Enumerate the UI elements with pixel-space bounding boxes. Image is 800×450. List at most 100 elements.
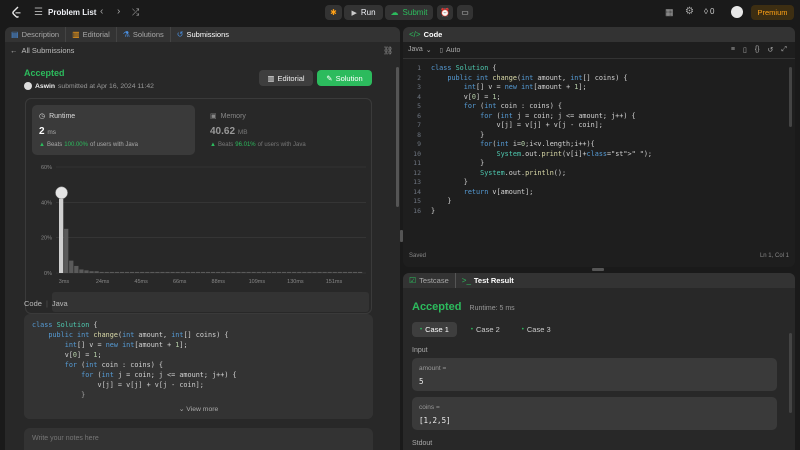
editor-line[interactable]: 13 } <box>403 178 795 188</box>
view-more-button[interactable]: ⌄ View more <box>24 405 373 413</box>
editor-line[interactable]: 4 v[0] = 1; <box>403 93 795 103</box>
histogram-bar <box>347 271 353 273</box>
run-button[interactable]: ▶ Run <box>344 5 383 20</box>
code-line: class Solution { <box>32 321 98 329</box>
histogram-bar <box>99 271 104 273</box>
editor-line-text: System.out.println(); <box>480 168 567 177</box>
bookmark-icon[interactable]: ▯ <box>743 46 747 54</box>
editor-line[interactable]: 9 for(int i=0;i<v.length;i++){ <box>403 140 795 150</box>
line-number: 4 <box>417 92 421 101</box>
editor-line[interactable]: 10 System.out.print(v[i]+class="st">" ")… <box>403 150 795 160</box>
y-tick-label: 40% <box>41 200 52 206</box>
editor-line[interactable]: 5 for (int coin : coins) { <box>403 102 795 112</box>
notes-button[interactable]: ▭ <box>457 5 473 20</box>
x-tick-label: 151ms <box>326 279 343 285</box>
editor-line[interactable]: 16} <box>403 207 795 217</box>
tab-solutions[interactable]: ⚗ Solutions <box>117 27 171 42</box>
editor-line[interactable]: 2 public int change(int amount, int[] co… <box>403 74 795 84</box>
tab-test-result[interactable]: >_ Test Result <box>456 273 520 288</box>
case-tabs: • Case 1 • Case 2 • Case 3 <box>412 322 559 337</box>
histogram-bar <box>145 271 150 273</box>
auto-mode-toggle[interactable]: ▯ Auto <box>440 47 461 54</box>
histogram-bar <box>332 271 337 273</box>
next-problem-icon[interactable]: › <box>117 6 120 17</box>
shuffle-icon[interactable]: ⤮ <box>132 7 139 18</box>
format-icon[interactable]: ≡ <box>731 46 735 54</box>
editorial-button[interactable]: ▥ Editorial <box>259 70 313 86</box>
histogram-bar <box>302 271 307 273</box>
timer-button[interactable]: ⏰ <box>437 5 453 20</box>
code-editor-panel: </> Code Java ⌄ ▯ Auto ≡ ▯ {} ↺ ⤢ 1 class So… <box>403 27 795 267</box>
expand-icon[interactable]: ⤢ <box>781 46 787 54</box>
fire-icon: ◊ <box>704 7 708 16</box>
histogram-bar <box>170 271 175 273</box>
notes-input[interactable]: Write your notes here <box>24 428 373 450</box>
histogram-bar <box>140 271 145 273</box>
memory-value: 40.62 <box>210 126 236 137</box>
tab-code[interactable]: </> Code <box>403 27 448 42</box>
editor-code-area[interactable]: 1 class Solution {2 public int change(int… <box>403 61 795 251</box>
lock-icon: ▯ <box>439 47 443 54</box>
share-link-icon[interactable]: ⛓ <box>383 46 393 55</box>
input-label: Input <box>412 347 428 354</box>
tab-editorial[interactable]: ▥ Editorial <box>66 27 117 42</box>
submitted-code-block[interactable]: class Solution { public int change(int a… <box>24 314 373 419</box>
runtime-box[interactable]: ◷ Runtime 2 ms ▲ Beats 100.00% of users w… <box>32 105 195 155</box>
code-language-label: Code | Java <box>24 299 68 308</box>
editor-line[interactable]: 3 int[] v = new int[amount + 1]; <box>403 83 795 93</box>
tab-description[interactable]: ▤ Description <box>5 27 67 42</box>
streak-counter[interactable]: ◊ 0 <box>704 7 714 16</box>
code-line: v[0] = 1; <box>32 351 102 359</box>
case-tab-3[interactable]: • Case 3 <box>514 322 559 337</box>
language-select[interactable]: Java ⌄ <box>408 46 432 54</box>
memory-box[interactable]: ▣ Memory 40.62 MB ▲ Beats 96.01% of users… <box>203 105 366 155</box>
editor-line[interactable]: 11 } <box>403 159 795 169</box>
avatar[interactable] <box>731 6 743 18</box>
y-tick-label: 60% <box>41 165 52 171</box>
prev-problem-icon[interactable]: ‹ <box>100 6 103 17</box>
horizontal-splitter[interactable] <box>592 268 604 271</box>
histogram-bar <box>342 271 347 273</box>
editor-line[interactable]: 1 class Solution { <box>403 64 795 74</box>
case-tab-2[interactable]: • Case 2 <box>463 322 508 337</box>
left-scrollbar[interactable] <box>396 67 399 207</box>
editor-line-text: for (int coin : coins) { <box>463 102 562 110</box>
leetcode-logo-icon[interactable] <box>11 6 22 19</box>
back-to-submissions[interactable]: ← All Submissions <box>10 46 74 55</box>
editor-scrollbar[interactable] <box>789 67 792 127</box>
histogram-bar <box>221 271 226 273</box>
input-coins-box[interactable]: coins = [1,2,5] <box>412 397 777 430</box>
username[interactable]: Aswin <box>35 83 55 90</box>
editor-line[interactable]: 12 System.out.println(); <box>403 169 795 179</box>
braces-icon[interactable]: {} <box>755 46 760 54</box>
chart-scrubber[interactable] <box>52 292 369 312</box>
editor-line[interactable]: 15 } <box>403 197 795 207</box>
problem-list-link[interactable]: Problem List <box>48 8 96 17</box>
line-number: 16 <box>413 206 421 215</box>
reset-icon[interactable]: ↺ <box>768 46 774 54</box>
result-scrollbar[interactable] <box>789 333 792 413</box>
code-line: public int change(int amount, int[] coin… <box>48 331 229 339</box>
problem-list-icon[interactable]: ☰ <box>34 7 43 18</box>
editor-line[interactable]: 7 v[j] = v[j] + v[j - coin]; <box>403 121 795 131</box>
gear-icon[interactable]: ⚙ <box>685 6 694 17</box>
editor-line[interactable]: 8 } <box>403 131 795 141</box>
editor-line[interactable]: 14 return v[amount]; <box>403 188 795 198</box>
tab-testcase[interactable]: ☑ Testcase <box>403 273 456 288</box>
histogram-bar <box>79 269 84 273</box>
bug-icon: ✱ <box>330 8 337 17</box>
tab-submissions[interactable]: ↺ Submissions <box>171 27 235 42</box>
runtime-distribution-chart[interactable]: 60%40%20%0%3ms3ms24ms24ms45ms45ms66ms66m… <box>26 161 373 311</box>
submit-button[interactable]: ☁ Submit <box>385 5 433 20</box>
layout-grid-icon[interactable]: ▦ <box>665 7 674 18</box>
editor-line-text: } <box>431 159 485 167</box>
premium-button[interactable]: Premium <box>751 5 794 20</box>
editor-line[interactable]: 6 for (int j = coin; j <= amount; j++) { <box>403 112 795 122</box>
case-tab-1[interactable]: • Case 1 <box>412 322 457 337</box>
solution-button[interactable]: ✎ Solution <box>317 70 372 86</box>
input-amount-box[interactable]: amount = 5 <box>412 358 777 391</box>
debug-button[interactable]: ✱ <box>325 5 342 20</box>
line-number: 13 <box>413 178 421 186</box>
histogram-bar <box>281 271 287 273</box>
line-number: 1 <box>417 64 421 72</box>
